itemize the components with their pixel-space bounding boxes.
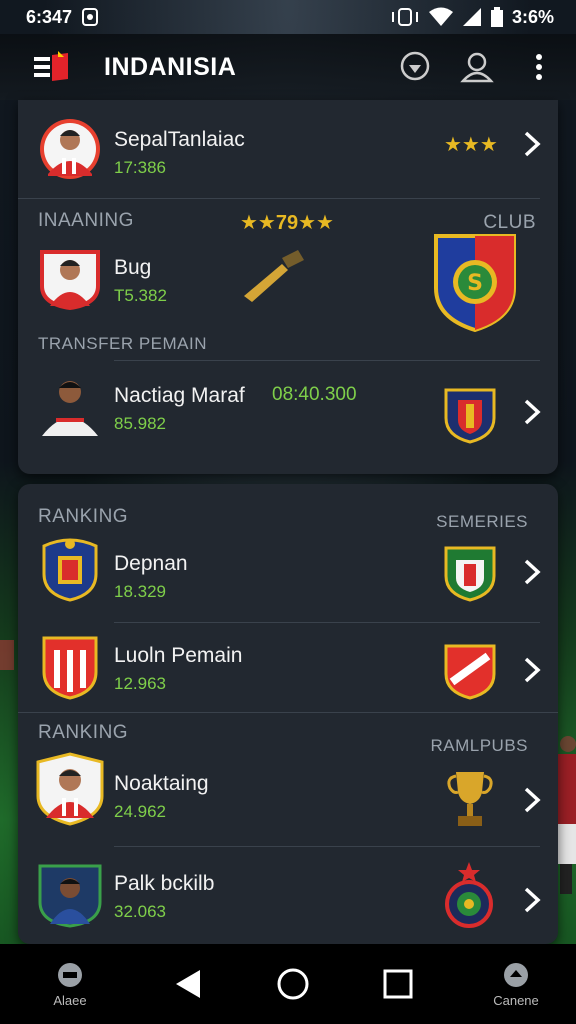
system-nav-bar: Alaee Canene <box>0 944 576 1024</box>
list-item[interactable]: Noaktaing 24.962 <box>18 746 558 836</box>
list-item[interactable]: SepalTanlaiac 17:386 ★★★ <box>18 100 558 190</box>
chevron-right-icon[interactable] <box>520 656 544 684</box>
trophy-icon <box>447 772 493 826</box>
lock-icon <box>58 962 82 987</box>
back-button[interactable] <box>171 967 205 1001</box>
wifi-icon <box>428 7 453 26</box>
row-subtitle: 12.963 <box>114 674 166 693</box>
list-item[interactable]: Luoln Pemain 12.963 <box>18 624 558 714</box>
divider <box>18 198 540 199</box>
recents-button[interactable] <box>381 967 415 1001</box>
more-options-button[interactable] <box>522 50 556 84</box>
location-button[interactable] <box>398 50 432 84</box>
divider <box>114 846 540 847</box>
home-icon <box>277 968 309 1000</box>
section-label-inaaning: INAANING <box>38 210 134 231</box>
nav-left-item[interactable]: Alaee <box>40 961 100 1008</box>
app-bar: INDANISIA <box>0 34 576 100</box>
nav-left-label: Alaee <box>53 992 87 1008</box>
club-badge-icon <box>445 862 493 928</box>
vibrate-icon <box>391 8 418 26</box>
divider <box>114 622 540 623</box>
club-badge-icon <box>444 546 496 602</box>
recents-icon <box>383 969 413 999</box>
nav-right-item[interactable]: Canene <box>486 961 546 1008</box>
signal-icon <box>462 8 481 26</box>
profile-button[interactable] <box>460 50 494 84</box>
section-label-ranking: RANKING <box>38 722 129 743</box>
club-crest-icon <box>42 636 98 700</box>
list-item[interactable]: Bug T5.382 S <box>18 230 558 332</box>
list-item[interactable]: Nactiag Maraf ‎08:40.300 85.982 <box>18 362 558 452</box>
status-time: 6:347 <box>26 6 73 27</box>
player-avatar <box>40 119 100 179</box>
player-silhouette-right <box>558 736 576 894</box>
player-avatar <box>38 864 102 928</box>
divider <box>114 360 540 361</box>
chevron-right-icon[interactable] <box>520 786 544 814</box>
row-title: SepalTanlaiac <box>114 128 245 151</box>
profile-icon <box>460 52 494 83</box>
nav-right-label: Canene <box>493 992 539 1008</box>
chevron-right-icon[interactable] <box>520 398 544 426</box>
transfer-value: ‎08:40.300 <box>272 384 357 405</box>
app-title: INDANISIA <box>104 52 237 81</box>
list-item[interactable]: Depnan 18.329 <box>18 528 558 618</box>
battery-icon <box>490 7 503 27</box>
notification-icon <box>82 8 99 26</box>
camera-icon <box>504 962 528 987</box>
club-badge-icon: S <box>434 234 516 332</box>
chevron-right-icon[interactable] <box>520 886 544 914</box>
row-title: Nactiag Maraf <box>114 384 245 407</box>
divider <box>18 712 558 713</box>
featured-card: SepalTanlaiac 17:386 ★★★ INAANING ★★79★★… <box>18 100 558 474</box>
club-badge-icon <box>444 388 496 444</box>
player-avatar <box>42 381 98 436</box>
row-title: Depnan <box>114 552 188 575</box>
back-icon <box>176 970 200 998</box>
boot-icon <box>244 250 304 302</box>
player-silhouette-left <box>0 640 14 670</box>
row-title: Palk bckilb <box>114 872 215 895</box>
club-crest-icon <box>42 538 98 602</box>
chevron-right-icon[interactable] <box>520 558 544 586</box>
more-icon <box>536 54 542 80</box>
status-battery: 3:6% <box>511 6 554 27</box>
player-avatar <box>40 250 100 310</box>
row-title: Luoln Pemain <box>114 644 243 667</box>
row-title: Noaktaing <box>114 772 209 795</box>
svg-text:S: S <box>467 271 483 296</box>
rating-stars: ★★★ <box>444 134 498 156</box>
section-label-ranking: RANKING <box>38 506 129 527</box>
player-avatar <box>36 752 104 826</box>
row-subtitle: 17:386 <box>114 158 166 177</box>
chevron-right-icon[interactable] <box>520 130 544 158</box>
pin-icon <box>400 51 430 81</box>
ranking-card: RANKING SEMERIES Depnan 18.329 Luoln Pem… <box>18 484 558 944</box>
row-subtitle: 24.962 <box>114 802 166 821</box>
row-title: Bug <box>114 256 152 279</box>
row-subtitle: 18.329 <box>114 582 166 601</box>
app-logo-icon <box>34 51 68 81</box>
status-bar: 6:347 3:6% <box>0 0 576 34</box>
row-subtitle: T5.382 <box>114 286 167 305</box>
row-subtitle: 85.982 <box>114 414 166 433</box>
list-item[interactable]: Palk bckilb 32.063 <box>18 848 558 938</box>
section-label-transfer: TRANSFER PEMAIN <box>38 334 208 353</box>
row-subtitle: 32.063 <box>114 902 166 921</box>
club-badge-icon <box>444 644 496 700</box>
home-button[interactable] <box>276 967 310 1001</box>
